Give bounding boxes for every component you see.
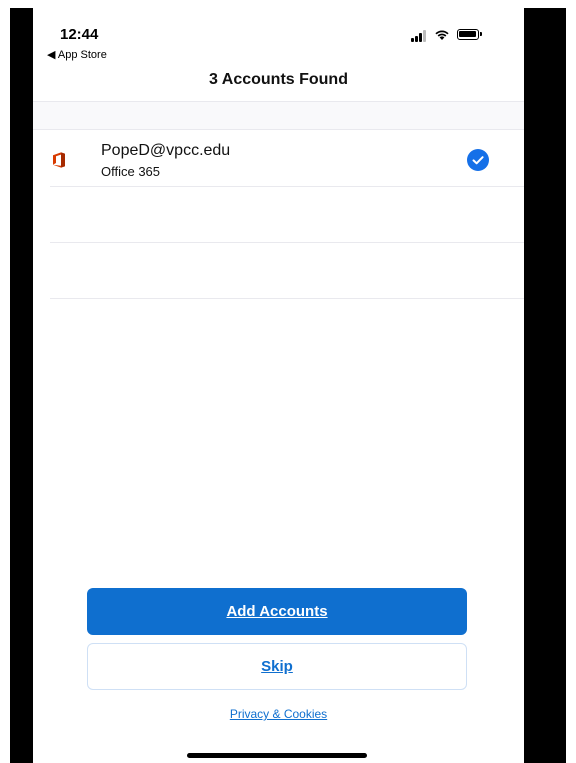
page-title: 3 Accounts Found: [209, 71, 348, 88]
skip-button[interactable]: Skip: [87, 643, 467, 690]
home-indicator[interactable]: [187, 753, 367, 758]
back-to-app-store-link[interactable]: ◀ App Store: [47, 48, 107, 61]
screenshot-border-left: [0, 0, 10, 763]
list-divider: [50, 242, 524, 243]
wifi-icon: [435, 30, 449, 40]
status-bar: 12:44 ◀ App Store: [33, 8, 524, 64]
account-email: PopeD@vpcc.edu: [101, 142, 231, 159]
privacy-cookies-link[interactable]: Privacy & Cookies: [33, 707, 524, 721]
status-time: 12:44: [60, 26, 99, 43]
phone-screen: 12:44 ◀ App Store 3 Accounts Found PopeD…: [33, 8, 524, 763]
section-spacer: [33, 102, 524, 130]
list-divider: [50, 186, 524, 187]
screenshot-border-right: [566, 0, 576, 763]
account-row[interactable]: PopeD@vpcc.edu Office 365: [33, 130, 524, 187]
battery-icon: [457, 29, 482, 40]
account-type: Office 365: [101, 164, 161, 179]
screenshot-border-top: [0, 0, 576, 8]
checkmark-icon[interactable]: [467, 149, 489, 171]
add-accounts-button[interactable]: Add Accounts: [87, 588, 467, 635]
cellular-signal-icon: [411, 30, 429, 42]
office-icon: [53, 152, 65, 168]
list-divider: [50, 298, 524, 299]
